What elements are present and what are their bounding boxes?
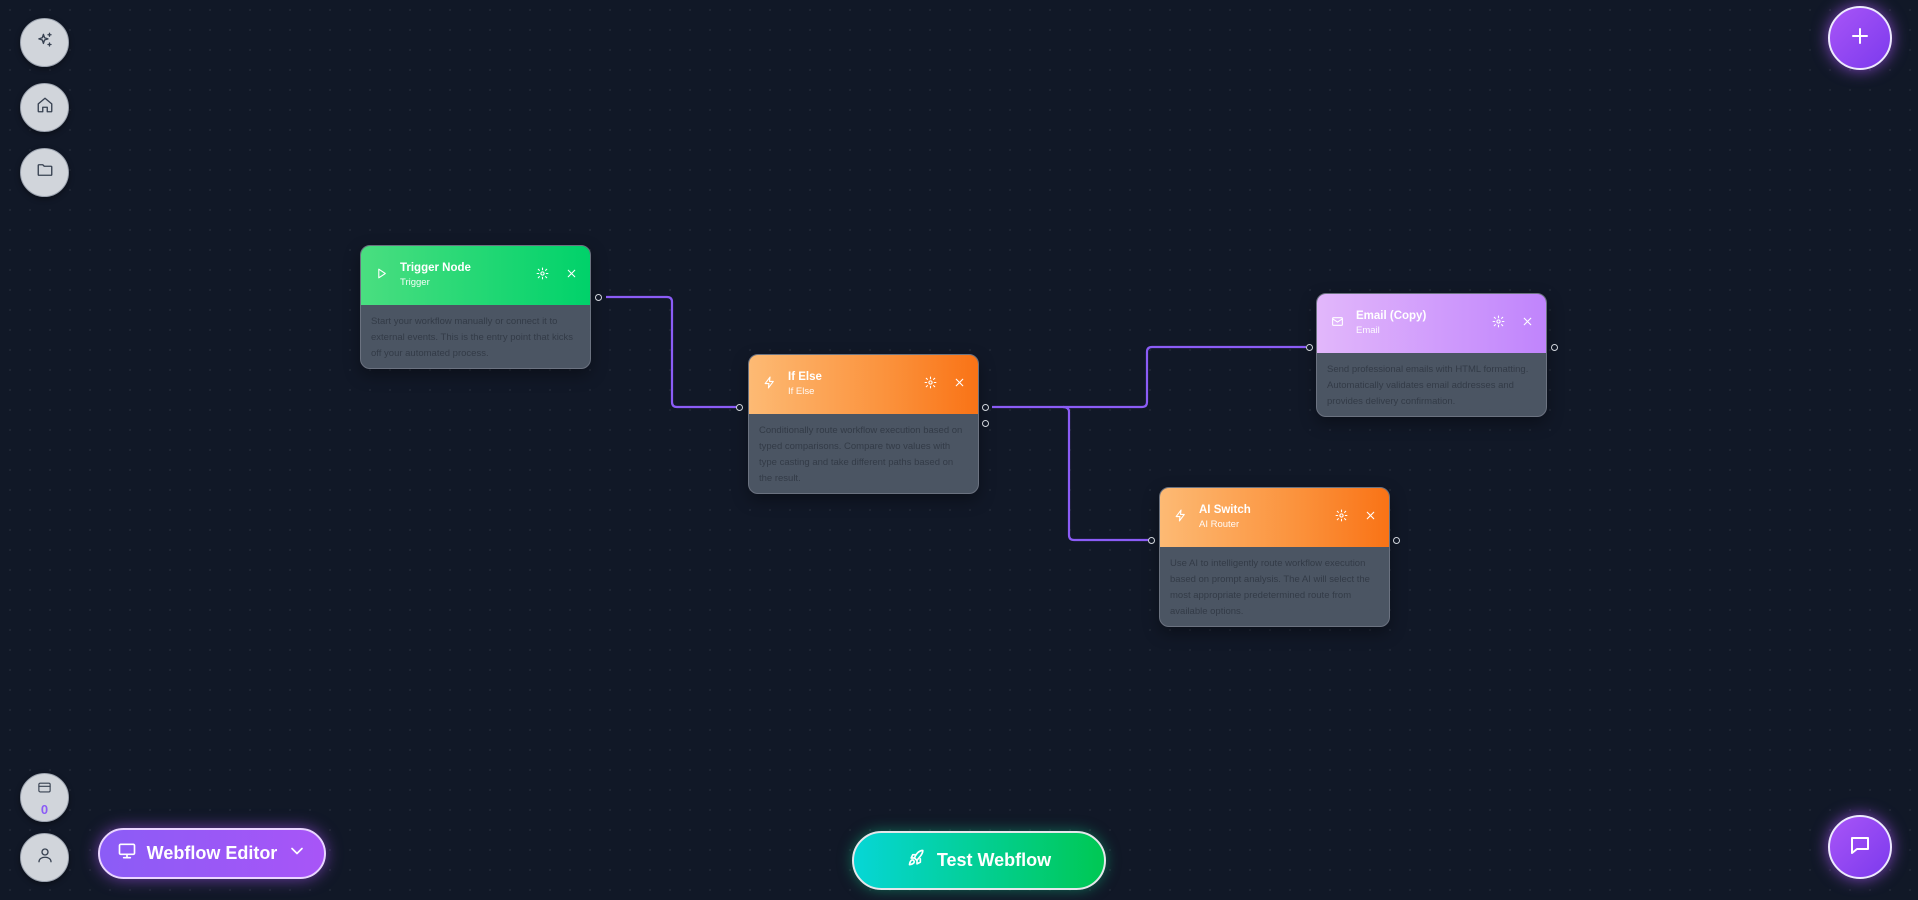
mail-icon — [1331, 315, 1344, 333]
node-subtitle: Email — [1356, 325, 1380, 336]
home-icon — [36, 96, 54, 119]
node-description: Use AI to intelligently route workflow e… — [1170, 558, 1370, 617]
rocket-icon — [907, 848, 927, 873]
node-ai-switch[interactable]: AI Switch AI Router Use AI to intelligen… — [1159, 487, 1390, 627]
node-if-else[interactable]: If Else If Else Conditionally route work… — [748, 354, 979, 494]
message-icon — [1848, 833, 1872, 862]
output-port-true[interactable] — [982, 404, 989, 411]
close-icon[interactable] — [565, 267, 578, 285]
output-port-false[interactable] — [982, 420, 989, 427]
close-icon[interactable] — [1364, 509, 1377, 527]
test-webflow-label: Test Webflow — [936, 850, 1052, 870]
gear-icon[interactable] — [1492, 315, 1505, 333]
monitor-icon — [117, 841, 137, 866]
input-port[interactable] — [736, 404, 743, 411]
user-icon — [36, 846, 54, 869]
gear-icon[interactable] — [924, 376, 937, 394]
node-description: Start your workflow manually or connect … — [371, 316, 574, 359]
node-title: If Else — [788, 371, 822, 383]
play-icon — [375, 267, 388, 285]
folder-button[interactable] — [20, 148, 69, 197]
folder-icon — [36, 161, 54, 184]
node-description: Conditionally route workflow execution b… — [759, 425, 963, 484]
output-port[interactable] — [1551, 344, 1558, 351]
credits-count: 0 — [40, 801, 49, 817]
node-title: Trigger Node — [400, 262, 471, 274]
user-button[interactable] — [20, 833, 69, 882]
close-icon[interactable] — [1521, 315, 1534, 333]
node-header[interactable]: If Else If Else — [749, 355, 978, 414]
zap-icon — [763, 376, 776, 394]
magic-button[interactable] — [20, 18, 69, 67]
output-port[interactable] — [595, 294, 602, 301]
chevron-down-icon — [287, 841, 307, 866]
webflow-editor-label: Webflow Editor — [146, 843, 278, 863]
node-header[interactable]: AI Switch AI Router — [1160, 488, 1389, 547]
node-email-copy[interactable]: Email (Copy) Email Send professional ema… — [1316, 293, 1547, 417]
node-trigger[interactable]: Trigger Node Trigger Start your workflow… — [360, 245, 591, 369]
node-header[interactable]: Trigger Node Trigger — [361, 246, 590, 305]
test-webflow-button[interactable]: Test Webflow — [852, 831, 1106, 890]
webflow-editor-button[interactable]: Webflow Editor — [98, 828, 326, 879]
zap-icon — [1174, 509, 1187, 527]
sparkles-icon — [36, 31, 54, 54]
node-subtitle: AI Router — [1199, 519, 1240, 530]
node-title: Email (Copy) — [1356, 310, 1427, 322]
gear-icon[interactable] — [1335, 509, 1348, 527]
add-node-button[interactable] — [1828, 6, 1892, 70]
node-subtitle: If Else — [788, 386, 815, 397]
home-button[interactable] — [20, 83, 69, 132]
node-description: Send professional emails with HTML forma… — [1327, 364, 1529, 407]
node-title: AI Switch — [1199, 504, 1251, 516]
gear-icon[interactable] — [536, 267, 549, 285]
node-header[interactable]: Email (Copy) Email — [1317, 294, 1546, 353]
close-icon[interactable] — [953, 376, 966, 394]
chat-button[interactable] — [1828, 815, 1892, 879]
node-subtitle: Trigger — [400, 277, 430, 288]
credit-card-icon — [37, 780, 52, 800]
output-port[interactable] — [1393, 537, 1400, 544]
credits-button[interactable]: 0 — [20, 773, 69, 822]
input-port[interactable] — [1306, 344, 1313, 351]
plus-icon — [1848, 24, 1872, 53]
input-port[interactable] — [1148, 537, 1155, 544]
